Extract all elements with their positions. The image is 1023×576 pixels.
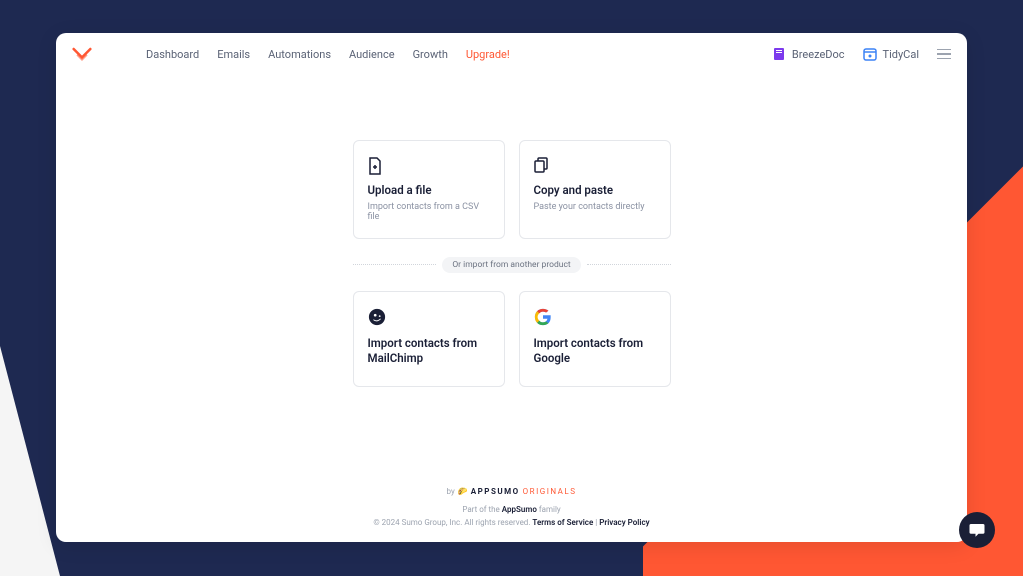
card-upload-file[interactable]: Upload a file Import contacts from a CSV… <box>353 140 505 239</box>
footer-family: family <box>537 505 561 514</box>
shortcut-breezedoc-label: BreezeDoc <box>792 48 845 61</box>
menu-icon[interactable] <box>937 49 951 60</box>
footer-brand: by 🌮 APPSUMO ORIGINALS <box>56 487 967 496</box>
footer-terms-link[interactable]: Terms of Service <box>532 518 593 527</box>
mailchimp-icon <box>368 308 386 326</box>
main-content: Upload a file Import contacts from a CSV… <box>56 76 967 487</box>
footer-privacy-link[interactable]: Privacy Policy <box>599 518 649 527</box>
footer-copyright: © 2024 Sumo Group, Inc. All rights reser… <box>373 518 532 527</box>
taco-icon: 🌮 <box>458 487 468 496</box>
copy-icon <box>534 157 548 173</box>
divider-section: Or import from another product <box>353 257 671 273</box>
file-icon <box>368 157 382 173</box>
google-icon <box>534 308 552 326</box>
divider-line-right <box>587 264 671 265</box>
shortcut-breezedoc[interactable]: BreezeDoc <box>772 47 845 61</box>
card-mailchimp-title: Import contacts from MailChimp <box>368 336 490 366</box>
chat-widget-button[interactable] <box>959 512 995 548</box>
card-copy-paste[interactable]: Copy and paste Paste your contacts direc… <box>519 140 671 239</box>
footer-by: by <box>447 487 455 496</box>
divider-text: Or import from another product <box>442 257 580 273</box>
shortcut-tidycal-label: TidyCal <box>883 48 919 61</box>
logo-icon[interactable] <box>72 45 92 63</box>
card-mailchimp[interactable]: Import contacts from MailChimp <box>353 291 505 387</box>
card-google[interactable]: Import contacts from Google <box>519 291 671 387</box>
footer-part-of: Part of the <box>462 505 501 514</box>
card-paste-title: Copy and paste <box>534 183 656 198</box>
tidycal-icon <box>863 47 877 61</box>
shortcut-tidycal[interactable]: TidyCal <box>863 47 919 61</box>
nav-automations[interactable]: Automations <box>268 48 331 61</box>
footer-appsumo-link[interactable]: AppSumo <box>502 505 537 514</box>
app-window: Dashboard Emails Automations Audience Gr… <box>56 33 967 542</box>
nav-dashboard[interactable]: Dashboard <box>146 48 199 61</box>
card-paste-subtitle: Paste your contacts directly <box>534 202 656 212</box>
footer: by 🌮 APPSUMO ORIGINALS Part of the AppSu… <box>56 487 967 542</box>
nav-growth[interactable]: Growth <box>413 48 448 61</box>
nav-links: Dashboard Emails Automations Audience Gr… <box>146 48 510 61</box>
nav-emails[interactable]: Emails <box>217 48 250 61</box>
nav-audience[interactable]: Audience <box>349 48 395 61</box>
footer-legal-line: © 2024 Sumo Group, Inc. All rights reser… <box>56 517 967 530</box>
footer-originals: ORIGINALS <box>523 487 577 496</box>
divider-line-left <box>353 264 437 265</box>
integration-options-row: Import contacts from MailChimp Import co… <box>353 291 671 387</box>
card-google-title: Import contacts from Google <box>534 336 656 366</box>
top-navigation: Dashboard Emails Automations Audience Gr… <box>56 33 967 76</box>
primary-options-row: Upload a file Import contacts from a CSV… <box>353 140 671 239</box>
bg-decoration-white <box>0 346 60 576</box>
nav-right: BreezeDoc TidyCal <box>772 47 951 61</box>
nav-upgrade[interactable]: Upgrade! <box>466 48 510 61</box>
footer-appsumo: APPSUMO <box>471 487 520 496</box>
card-upload-subtitle: Import contacts from a CSV file <box>368 202 490 222</box>
footer-family-line: Part of the AppSumo family <box>56 504 967 517</box>
card-upload-title: Upload a file <box>368 183 490 198</box>
breezedoc-icon <box>772 47 786 61</box>
